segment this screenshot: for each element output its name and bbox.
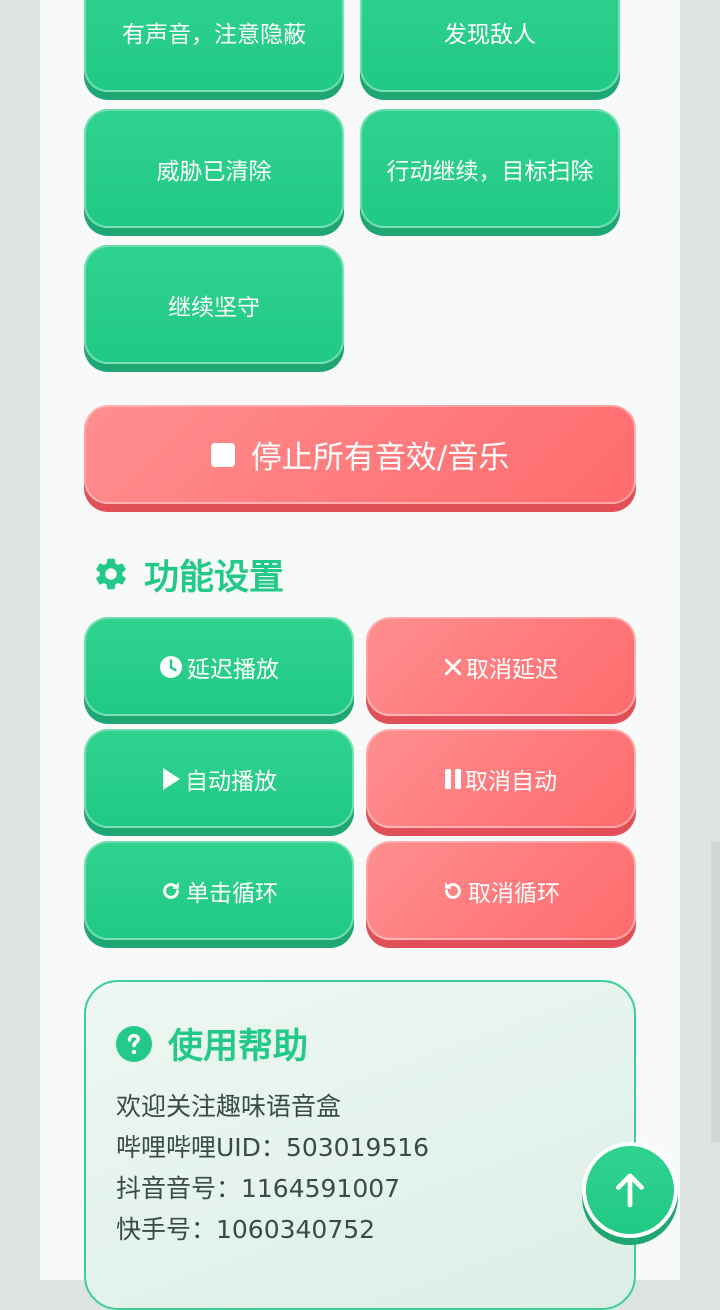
help-line-welcome: 欢迎关注趣味语音盒 <box>116 1092 342 1121</box>
delay-play-button[interactable]: 延迟播放 <box>84 617 354 716</box>
sound-button-1[interactable]: 有声音，注意隐蔽 <box>84 0 344 92</box>
help-line-bilibili: 哔哩哔哩UID：503019516 <box>116 1133 430 1162</box>
redo-icon <box>160 880 182 902</box>
help-card: 使用帮助 欢迎关注趣味语音盒 哔哩哔哩UID：503019516 抖音音号：11… <box>84 980 636 1310</box>
stop-all-button[interactable]: 停止所有音效/音乐 <box>84 405 636 504</box>
play-icon <box>161 767 181 791</box>
clock-icon <box>159 655 183 679</box>
cancel-delay-button[interactable]: 取消延迟 <box>366 617 636 716</box>
pause-icon <box>445 768 461 789</box>
sound-button-3[interactable]: 威胁已清除 <box>84 109 344 228</box>
scrollbar[interactable] <box>711 842 720 1142</box>
cancel-loop-button[interactable]: 取消循环 <box>366 841 636 940</box>
help-line-kuaishou: 快手号：1060340752 <box>116 1215 376 1244</box>
back-to-top-button[interactable] <box>582 1142 678 1238</box>
arrow-up-icon <box>610 1170 650 1210</box>
single-loop-button[interactable]: 单击循环 <box>84 841 354 940</box>
help-lines: 欢迎关注趣味语音盒 哔哩哔哩UID：503019516 抖音音号：1164591… <box>116 1086 429 1250</box>
sound-button-4[interactable]: 行动继续，目标扫除 <box>360 109 620 228</box>
gear-icon <box>92 555 130 593</box>
sound-button-2[interactable]: 发现敌人 <box>360 0 620 92</box>
sound-button-5[interactable]: 继续坚守 <box>84 245 344 364</box>
settings-title: 功能设置 <box>92 548 284 600</box>
close-icon <box>444 658 462 676</box>
undo-icon <box>442 880 464 902</box>
stop-icon <box>210 442 235 467</box>
help-line-douyin: 抖音音号：1164591007 <box>116 1174 401 1203</box>
help-title: 使用帮助 <box>116 1018 308 1069</box>
help-icon <box>116 1025 152 1062</box>
auto-play-button[interactable]: 自动播放 <box>84 729 354 828</box>
cancel-auto-button[interactable]: 取消自动 <box>366 729 636 828</box>
